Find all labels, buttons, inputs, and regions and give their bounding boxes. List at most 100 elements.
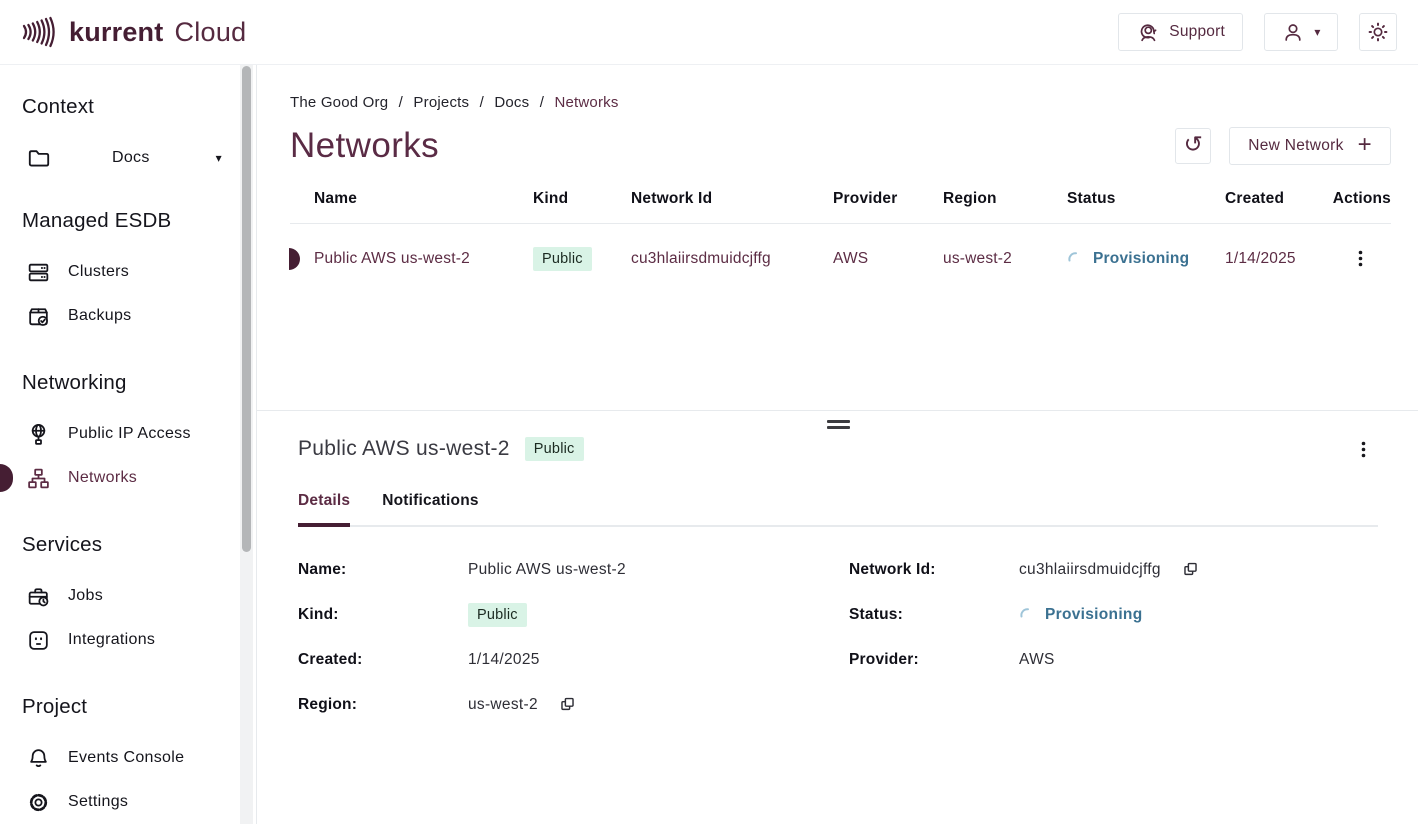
field-kind-label: Kind: bbox=[298, 600, 468, 630]
tab-details[interactable]: Details bbox=[298, 492, 350, 525]
sidebar-scrollbar-thumb[interactable] bbox=[242, 66, 251, 552]
cell-name: Public AWS us-west-2 bbox=[314, 224, 533, 295]
field-status-value: Provisioning bbox=[1019, 606, 1142, 624]
field-kind-badge: Public bbox=[468, 603, 527, 627]
col-region: Region bbox=[943, 190, 1067, 224]
new-network-button[interactable]: New Network + bbox=[1229, 127, 1391, 165]
sidebar-heading-networking: Networking bbox=[22, 345, 256, 395]
field-status-label: Status: bbox=[849, 600, 1019, 630]
sidebar-item-jobs[interactable]: Jobs bbox=[0, 581, 256, 611]
context-project-label: Docs bbox=[69, 149, 193, 167]
app-header: kurrent Cloud Support ▾ bbox=[0, 0, 1418, 65]
sidebar-section-managed-esdb: Managed ESDB Clusters bbox=[0, 183, 256, 331]
breadcrumb-project[interactable]: Docs bbox=[494, 94, 529, 111]
sidebar-item-clusters[interactable]: Clusters bbox=[0, 257, 256, 287]
kurrent-cloud-logo: kurrent Cloud bbox=[20, 15, 246, 49]
kebab-icon bbox=[1352, 249, 1369, 268]
copy-network-id-button[interactable] bbox=[1182, 561, 1199, 578]
field-provider-value: AWS bbox=[1019, 645, 1378, 675]
field-created-label: Created: bbox=[298, 645, 468, 675]
kind-badge: Public bbox=[533, 247, 592, 271]
kebab-icon bbox=[1355, 440, 1372, 459]
sidebar-section-project: Project Events Console Settings bbox=[0, 669, 256, 817]
detail-title: Public AWS us-west-2 bbox=[298, 437, 510, 461]
main-content: The Good Org / Projects / Docs / Network… bbox=[257, 65, 1418, 824]
detail-tabs: Details Notifications bbox=[298, 492, 1378, 527]
table-row[interactable]: Public AWS us-west-2 Public cu3hlaiirsdm… bbox=[290, 224, 1391, 295]
spinner-icon bbox=[1019, 607, 1035, 623]
col-network-id: Network Id bbox=[631, 190, 833, 224]
sidebar-item-public-ip-access[interactable]: Public IP Access bbox=[0, 419, 256, 449]
sidebar: Context Docs ▾ Managed ESDB bbox=[0, 65, 257, 824]
detail-actions-kebab-button[interactable] bbox=[1349, 436, 1378, 463]
col-created: Created bbox=[1225, 190, 1330, 224]
panel-resize-handle[interactable] bbox=[827, 420, 850, 429]
col-actions: Actions bbox=[1330, 190, 1391, 224]
status-text: Provisioning bbox=[1093, 250, 1189, 268]
support-agent-icon bbox=[1136, 20, 1160, 44]
sidebar-item-integrations[interactable]: Integrations bbox=[0, 625, 256, 655]
plus-icon: + bbox=[1358, 133, 1372, 159]
sidebar-section-context: Context Docs ▾ bbox=[0, 71, 256, 173]
breadcrumb: The Good Org / Projects / Docs / Network… bbox=[290, 94, 1391, 111]
user-icon bbox=[1281, 20, 1305, 44]
breadcrumb-projects[interactable]: Projects bbox=[413, 94, 469, 111]
chevron-down-icon: ▾ bbox=[1314, 25, 1320, 39]
theme-toggle-button[interactable] bbox=[1359, 13, 1397, 51]
tab-notifications[interactable]: Notifications bbox=[382, 492, 478, 525]
breadcrumb-org[interactable]: The Good Org bbox=[290, 94, 388, 111]
spinner-icon bbox=[1067, 251, 1083, 267]
network-detail-panel: Public AWS us-west-2 Public Details Noti… bbox=[257, 410, 1418, 824]
col-status: Status bbox=[1067, 190, 1225, 224]
copy-icon bbox=[559, 696, 576, 713]
field-created-value: 1/14/2025 bbox=[468, 645, 849, 675]
chevron-down-icon: ▾ bbox=[216, 151, 222, 165]
field-name-value: Public AWS us-west-2 bbox=[468, 555, 849, 585]
page-title: Networks bbox=[290, 126, 439, 166]
refresh-icon: ↺ bbox=[1184, 133, 1203, 156]
brand-suffix: Cloud bbox=[174, 17, 246, 48]
sidebar-item-backups[interactable]: Backups bbox=[0, 301, 256, 331]
cell-provider: AWS bbox=[833, 224, 943, 295]
soundwave-logo-icon bbox=[20, 15, 60, 49]
clusters-icon bbox=[26, 260, 51, 285]
new-network-label: New Network bbox=[1248, 137, 1343, 155]
backups-icon bbox=[26, 304, 51, 329]
cell-network-id: cu3hlaiirsdmuidcjffg bbox=[631, 224, 833, 295]
integrations-outlet-icon bbox=[26, 628, 51, 653]
field-provider-label: Provider: bbox=[849, 645, 1019, 675]
sidebar-scrollbar bbox=[240, 65, 253, 824]
refresh-button[interactable]: ↺ bbox=[1175, 128, 1211, 164]
sidebar-section-services: Services Jobs bbox=[0, 507, 256, 655]
col-provider: Provider bbox=[833, 190, 943, 224]
support-button[interactable]: Support bbox=[1118, 13, 1243, 51]
field-region-label: Region: bbox=[298, 690, 468, 720]
sidebar-heading-project: Project bbox=[22, 669, 256, 719]
row-actions-kebab-button[interactable] bbox=[1346, 245, 1375, 272]
sidebar-item-events-console[interactable]: Events Console bbox=[0, 743, 256, 773]
context-project-dropdown[interactable]: Docs ▾ bbox=[0, 143, 256, 173]
user-menu-button[interactable]: ▾ bbox=[1264, 13, 1338, 51]
copy-icon bbox=[1182, 561, 1199, 578]
brand-name: kurrent bbox=[69, 17, 163, 48]
sun-icon bbox=[1366, 20, 1390, 44]
copy-region-button[interactable] bbox=[559, 696, 576, 713]
field-network-id-label: Network Id: bbox=[849, 555, 1019, 585]
gear-icon bbox=[26, 790, 51, 815]
sidebar-item-networks[interactable]: Networks bbox=[0, 463, 256, 493]
sidebar-heading-context: Context bbox=[22, 71, 256, 119]
networks-icon bbox=[26, 466, 51, 491]
sidebar-item-settings[interactable]: Settings bbox=[0, 787, 256, 817]
col-name: Name bbox=[314, 190, 533, 224]
support-label: Support bbox=[1169, 23, 1225, 41]
breadcrumb-current: Networks bbox=[554, 94, 618, 111]
networks-table: Name Kind Network Id Provider Region Sta… bbox=[290, 190, 1391, 294]
header-actions: Support ▾ bbox=[1118, 13, 1397, 51]
detail-kind-badge: Public bbox=[525, 437, 584, 461]
sidebar-heading-services: Services bbox=[22, 507, 256, 557]
folder-icon bbox=[26, 145, 52, 171]
field-name-label: Name: bbox=[298, 555, 468, 585]
globe-node-icon bbox=[26, 422, 51, 447]
cell-created: 1/14/2025 bbox=[1225, 224, 1330, 295]
sidebar-section-networking: Networking Public IP Access Networks bbox=[0, 345, 256, 493]
